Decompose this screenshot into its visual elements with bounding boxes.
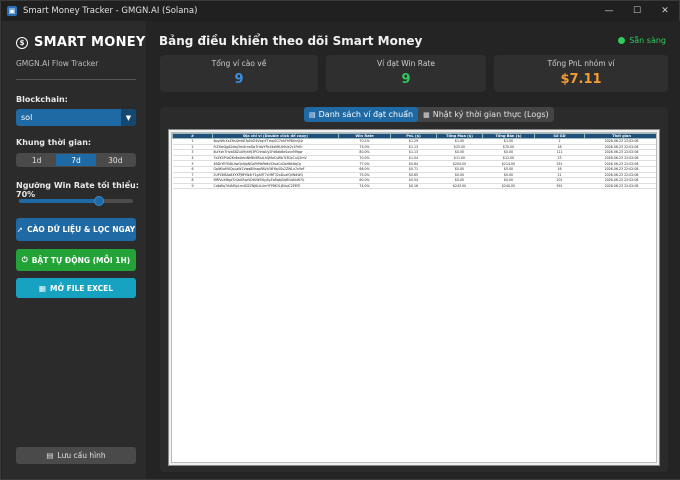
save-config-label: Lưu cấu hình — [57, 451, 106, 460]
stat-card-label: Tổng ví cào về — [211, 59, 267, 68]
logo-text: SMART MONEY — [34, 35, 146, 50]
tab-label: Danh sách ví đạt chuẩn — [318, 110, 414, 119]
stat-card-value: 9 — [234, 72, 244, 87]
table-row[interactable]: 9 CdbWq7rNAfSp1m4D2ZNj6LtLUmYFP8K3LJ84vjC… — [172, 183, 656, 190]
stat-card-label: Tổng PnL nhóm ví — [547, 59, 615, 68]
table-body: 1 6pyNHrXxZHsQmkE3pNrZ4VkqcFTmpGG7ahYhP8X… — [172, 138, 656, 190]
sidebar-divider — [16, 79, 136, 80]
power-icon: ⏻ — [21, 255, 28, 264]
table-cell: $240.00 — [482, 183, 535, 190]
title-bar[interactable]: ▣ Smart Money Tracker - GMGN.AI (Solana)… — [1, 1, 679, 21]
stat-card-value: $7.11 — [560, 72, 602, 87]
auto-run-label: BẬT TỰ ĐỘNG (MỖI 1H) — [31, 255, 131, 265]
stat-card-total-pnl: Tổng PnL nhóm ví $7.11 — [494, 55, 668, 92]
tab-bar: ▤ Danh sách ví đạt chuẩn ▦ Nhật ký thời … — [304, 107, 554, 122]
window-title: Smart Money Tracker - GMGN.AI (Solana) — [23, 6, 198, 16]
winrate-slider[interactable] — [19, 196, 133, 206]
logo: $ SMART MONEY — [16, 35, 146, 50]
rocket-icon: ➚ — [16, 225, 24, 234]
stat-card-winrate-wallets: Ví đạt Win Rate 9 — [326, 55, 486, 92]
timeframe-label: Khung thời gian: — [16, 138, 92, 147]
app-subtitle: GMGN.AI Flow Tracker — [16, 59, 99, 68]
dollar-circle-icon: $ — [16, 36, 28, 49]
tab-realtime-logs[interactable]: ▦ Nhật ký thời gian thực (Logs) — [418, 107, 554, 122]
status-indicator: Sẵn sàng — [618, 36, 666, 45]
status-text: Sẵn sàng — [629, 36, 666, 45]
floppy-disk-icon: ▤ — [309, 110, 316, 119]
blockchain-label: Blockchain: — [16, 95, 68, 104]
save-config-button[interactable]: ▤ Lưu cấu hình — [16, 447, 136, 464]
main-area: Bảng điều khiển theo dõi Smart Money Sẵn… — [147, 21, 680, 479]
table-cell: 2026-06-23 22:02:08 — [584, 183, 656, 190]
open-excel-label: MỞ FILE EXCEL — [49, 283, 114, 293]
page-title: Bảng điều khiển theo dõi Smart Money — [159, 34, 423, 48]
table-cell: 591 — [534, 183, 585, 190]
timeframe-1d[interactable]: 1d — [17, 154, 56, 166]
tab-qualified-wallets[interactable]: ▤ Danh sách ví đạt chuẩn — [304, 107, 419, 122]
timeframe-7d[interactable]: 7d — [56, 154, 96, 166]
timeframe-30d[interactable]: 30d — [96, 154, 135, 166]
blockchain-select[interactable]: sol ▼ — [16, 109, 136, 126]
table-cell: 74.0% — [338, 183, 391, 190]
chevron-down-icon[interactable]: ▼ — [121, 109, 136, 126]
maximize-button[interactable]: ☐ — [623, 1, 651, 21]
blockchain-value: sol — [21, 113, 33, 122]
table-cell: $243.00 — [436, 183, 483, 190]
open-excel-button[interactable]: ▦ MỞ FILE EXCEL — [16, 278, 136, 298]
scrape-filter-button[interactable]: ➚ CÀO DỮ LIỆU & LỌC NGAY — [16, 218, 136, 241]
wallet-table[interactable]: # Địa chỉ ví (Double click để copy) Win Ra… — [171, 132, 657, 463]
wallet-table-frame: # Địa chỉ ví (Double click để copy) Win Ra… — [168, 129, 660, 466]
status-dot-icon — [618, 37, 626, 44]
stat-card-total-wallets: Tổng ví cào về 9 — [160, 55, 318, 92]
stat-card-label: Ví đạt Win Rate — [377, 59, 435, 68]
winrate-label: Ngưỡng Win Rate tối thiểu: 70% — [16, 181, 139, 199]
table-cell: $0.16 — [390, 183, 437, 190]
table-cell: 9 — [172, 183, 213, 190]
minimize-button[interactable]: — — [595, 1, 623, 21]
stat-card-value: 9 — [401, 72, 411, 87]
content-panel: ▤ Danh sách ví đạt chuẩn ▦ Nhật ký thời … — [160, 107, 668, 472]
close-button[interactable]: ✕ — [651, 1, 679, 21]
tab-label: Nhật ký thời gian thực (Logs) — [432, 110, 549, 119]
app-window: ▣ Smart Money Tracker - GMGN.AI (Solana)… — [0, 0, 680, 480]
winrate-slider-fill — [19, 199, 99, 203]
scrape-filter-label: CÀO DỮ LIỆU & LỌC NGAY — [27, 225, 136, 234]
spreadsheet-icon: ▦ — [38, 283, 46, 293]
auto-run-button[interactable]: ⏻ BẬT TỰ ĐỘNG (MỖI 1H) — [16, 249, 136, 271]
floppy-disk-icon: ▤ — [46, 451, 54, 460]
sidebar: $ SMART MONEY GMGN.AI Flow Tracker Block… — [2, 21, 146, 479]
app-icon: ▣ — [7, 6, 17, 16]
table-cell: CdbWq7rNAfSp1m4D2ZNj6LtLUmYFP8K3LJ84vjC2… — [212, 183, 339, 190]
winrate-slider-thumb[interactable] — [93, 196, 104, 206]
log-document-icon: ▦ — [423, 110, 430, 119]
timeframe-selector[interactable]: 1d 7d 30d — [16, 153, 136, 167]
